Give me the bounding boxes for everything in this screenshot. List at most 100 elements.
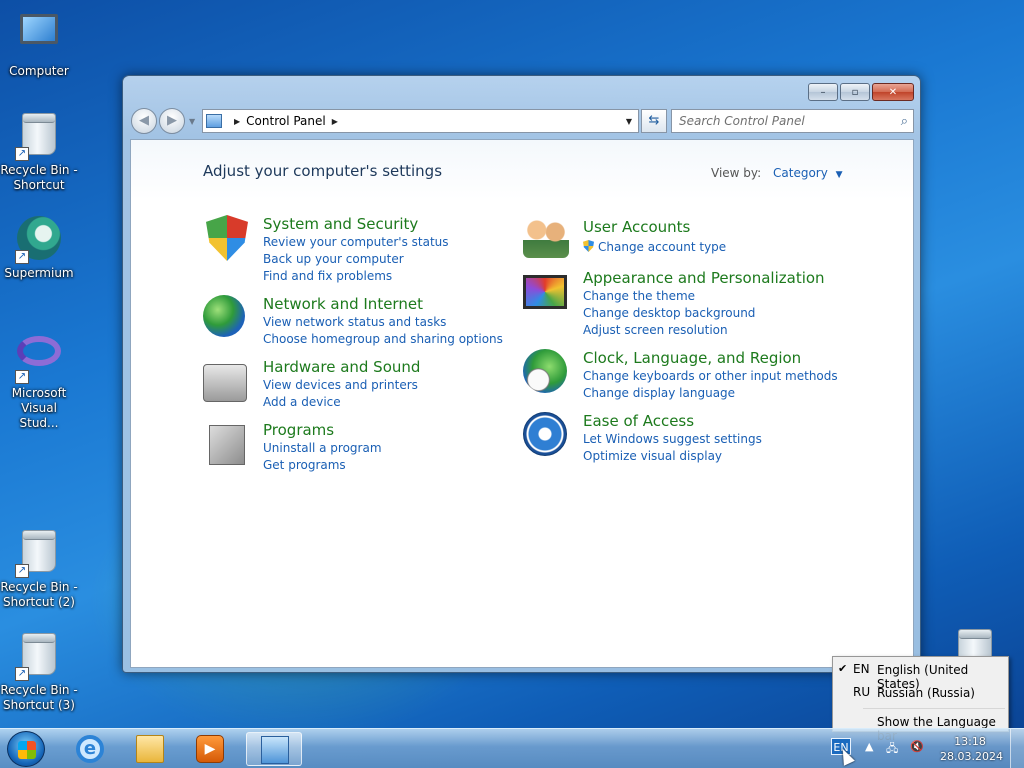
link-adjust-resolution[interactable]: Adjust screen resolution (583, 323, 728, 337)
link-optimize-display[interactable]: Optimize visual display (583, 449, 722, 463)
desktop-icon-label: Computer (9, 64, 69, 78)
desktop-icon-label: Recycle Bin - Shortcut (2) (0, 580, 78, 609)
category-title[interactable]: Programs (263, 421, 334, 439)
breadcrumb-separator-icon[interactable]: ▶ (332, 117, 338, 126)
link-find-fix-problems[interactable]: Find and fix problems (263, 269, 392, 283)
link-label[interactable]: Change account type (598, 240, 726, 254)
link-change-theme[interactable]: Change the theme (583, 289, 695, 303)
view-by-label: View by: (711, 166, 762, 180)
recent-pages-dropdown-icon[interactable]: ▼ (189, 117, 195, 126)
recycle-bin-icon: ↗ (15, 633, 63, 681)
breadcrumb-separator-icon[interactable]: ▶ (234, 117, 240, 126)
link-get-programs[interactable]: Get programs (263, 458, 346, 472)
category-title[interactable]: Appearance and Personalization (583, 269, 825, 287)
desktop-icon-supermium[interactable]: ↗ Supermium (0, 214, 78, 281)
language-code: RU (853, 685, 871, 699)
link-uninstall-program[interactable]: Uninstall a program (263, 441, 382, 455)
chevron-down-icon[interactable]: ▼ (836, 170, 843, 180)
desktop-icon-computer[interactable]: Computer (0, 8, 78, 79)
menu-item-english[interactable]: ✔ EN English (United States) (833, 659, 1008, 691)
media-player-icon: ▶ (196, 735, 224, 763)
search-icon[interactable]: ⌕ (901, 114, 908, 129)
desktop-icon-visual-studio[interactable]: ↗ Microsoft Visual Stud... (0, 326, 78, 431)
minimize-button[interactable]: – (808, 83, 838, 101)
desktop-icon-recycle-bin-shortcut-3[interactable]: ↗ Recycle Bin - Shortcut (3) (0, 630, 78, 713)
page-title: Adjust your computer's settings (203, 162, 443, 180)
link-change-background[interactable]: Change desktop background (583, 306, 755, 320)
volume-muted-icon[interactable]: 🔇 (910, 740, 924, 753)
forward-button[interactable]: ▶ (159, 108, 185, 134)
category-clock-language-region: Clock, Language, and Region Change keybo… (523, 349, 853, 405)
computer-icon (15, 14, 63, 62)
taskbar-internet-explorer[interactable]: e (62, 732, 118, 766)
link-review-status[interactable]: Review your computer's status (263, 235, 449, 249)
link-back-up[interactable]: Back up your computer (263, 252, 404, 266)
shortcut-arrow-icon: ↗ (15, 564, 29, 578)
view-by-control: View by: Category ▼ (711, 166, 843, 180)
address-dropdown-icon[interactable]: ▼ (626, 117, 632, 126)
category-title[interactable]: Ease of Access (583, 412, 694, 430)
folder-icon (136, 735, 164, 763)
clock-date: 28.03.2024 (940, 750, 1003, 763)
taskbar-clock[interactable]: 13:18 28.03.2024 (940, 734, 1003, 764)
desktop-icon-recycle-bin-shortcut-2[interactable]: ↗ Recycle Bin - Shortcut (2) (0, 527, 78, 610)
shortcut-arrow-icon: ↗ (15, 250, 29, 264)
control-panel-content: Adjust your computer's settings View by:… (130, 139, 914, 668)
windows-logo-icon (18, 741, 36, 759)
taskbar: e ▶ EN ▲ 🖧 🔇 13:18 28.03.2024 (0, 728, 1024, 768)
breadcrumb-control-panel[interactable]: Control Panel (246, 114, 326, 128)
show-desktop-button[interactable] (1010, 729, 1024, 768)
display-icon[interactable] (523, 269, 571, 317)
navigation-bar: ◀ ▶ ▼ ▶ Control Panel ▶ ▼ ⇆ Search Contr… (131, 106, 914, 134)
printer-icon[interactable] (203, 358, 251, 406)
language-code: EN (853, 662, 870, 676)
category-system-and-security: System and Security Review your computer… (203, 215, 503, 285)
programs-box-icon[interactable] (203, 421, 251, 469)
category-programs: Programs Uninstall a program Get program… (203, 421, 503, 477)
link-change-account-type[interactable]: Change account type (583, 240, 726, 254)
checkmark-icon: ✔ (838, 662, 848, 675)
category-title[interactable]: System and Security (263, 215, 418, 233)
supermium-icon: ↗ (15, 216, 63, 264)
link-homegroup-sharing[interactable]: Choose homegroup and sharing options (263, 332, 503, 346)
search-input[interactable]: Search Control Panel ⌕ (671, 109, 914, 133)
link-display-language[interactable]: Change display language (583, 386, 735, 400)
address-bar[interactable]: ▶ Control Panel ▶ ▼ (202, 109, 639, 133)
menu-item-russian[interactable]: RU Russian (Russia) (833, 682, 1008, 702)
desktop-icon-recycle-bin-shortcut[interactable]: ↗ Recycle Bin - Shortcut (0, 110, 78, 193)
security-shield-icon[interactable] (203, 215, 251, 263)
view-by-dropdown[interactable]: Category (773, 166, 828, 180)
taskbar-control-panel[interactable] (246, 732, 302, 766)
category-title[interactable]: Hardware and Sound (263, 358, 420, 376)
link-change-keyboards[interactable]: Change keyboards or other input methods (583, 369, 838, 383)
network-icon[interactable]: 🖧 (886, 740, 898, 759)
maximize-button[interactable]: ▫ (840, 83, 870, 101)
clock-globe-icon[interactable] (523, 349, 571, 397)
desktop-icon-label: Recycle Bin - Shortcut (0, 163, 78, 192)
category-title[interactable]: Network and Internet (263, 295, 423, 313)
internet-explorer-icon: e (76, 735, 104, 763)
link-network-status[interactable]: View network status and tasks (263, 315, 446, 329)
ease-of-access-icon[interactable] (523, 412, 571, 460)
taskbar-file-explorer[interactable] (122, 732, 178, 766)
link-suggest-settings[interactable]: Let Windows suggest settings (583, 432, 762, 446)
menu-separator (863, 708, 1005, 709)
start-button[interactable] (7, 731, 45, 767)
show-hidden-icons-button[interactable]: ▲ (865, 740, 873, 753)
recycle-bin-icon: ↗ (15, 113, 63, 161)
shortcut-arrow-icon: ↗ (15, 147, 29, 161)
network-globe-icon[interactable] (203, 295, 251, 343)
link-devices-printers[interactable]: View devices and printers (263, 378, 418, 392)
link-add-device[interactable]: Add a device (263, 395, 341, 409)
back-button[interactable]: ◀ (131, 108, 157, 134)
users-icon[interactable] (523, 218, 571, 266)
shortcut-arrow-icon: ↗ (15, 667, 29, 681)
category-appearance-personalization: Appearance and Personalization Change th… (523, 269, 853, 339)
category-title[interactable]: User Accounts (583, 218, 690, 236)
taskbar-media-player[interactable]: ▶ (182, 732, 238, 766)
close-button[interactable]: ✕ (872, 83, 914, 101)
category-title[interactable]: Clock, Language, and Region (583, 349, 801, 367)
category-network-and-internet: Network and Internet View network status… (203, 295, 503, 351)
input-language-menu: ✔ EN English (United States) RU Russian … (832, 656, 1009, 743)
refresh-button[interactable]: ⇆ (641, 109, 667, 133)
